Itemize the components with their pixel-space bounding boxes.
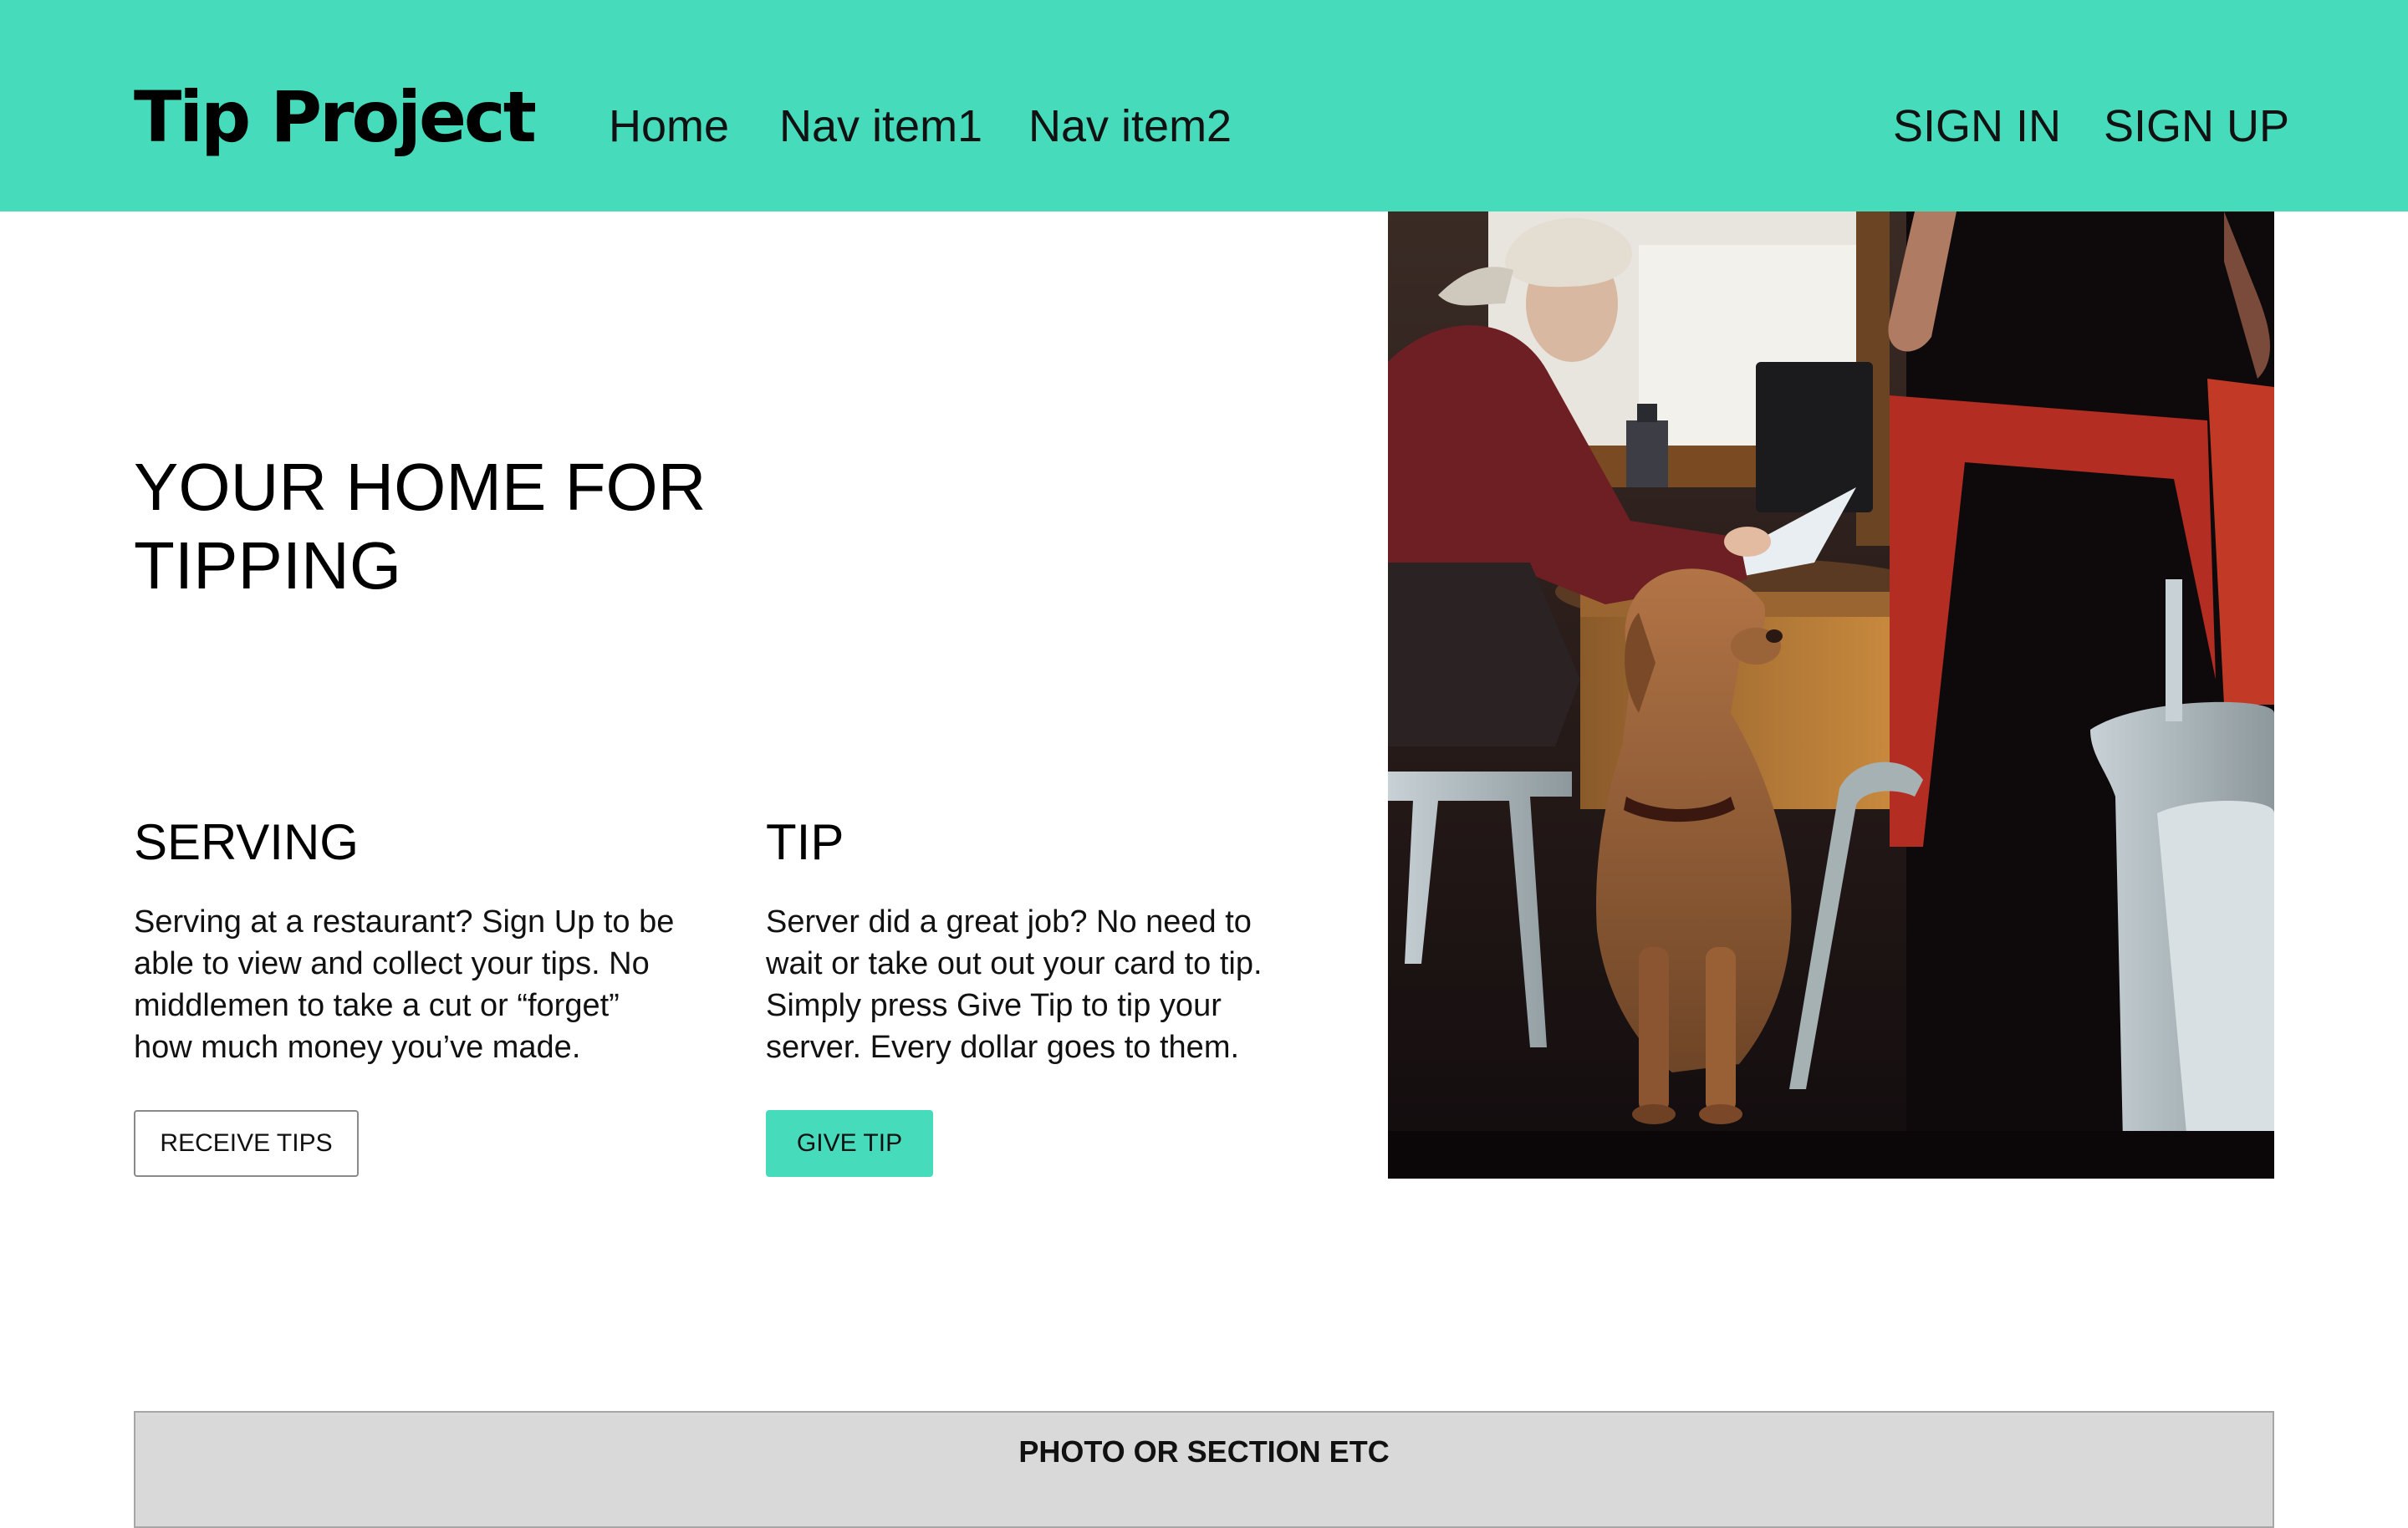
sign-up-link[interactable]: SIGN UP [2104, 104, 2289, 149]
brand-logo[interactable]: Tip Project [134, 82, 537, 152]
nav-home-link[interactable]: Home [609, 104, 729, 149]
serving-heading: SERVING [134, 814, 359, 870]
tip-heading: TIP [766, 814, 844, 870]
tip-description: Server did a great job? No need to wait … [766, 904, 1263, 1065]
hero-title: YOUR HOME FOR TIPPING [134, 450, 707, 603]
section-label: PHOTO OR SECTION ETC [1018, 1434, 1390, 1469]
photo-or-section-placeholder: PHOTO OR SECTION ETC [134, 1411, 2274, 1528]
restaurant-dog-photo [1388, 211, 2274, 1179]
give-tip-button[interactable]: GIVE TIP [766, 1110, 933, 1177]
sign-in-link[interactable]: SIGN IN [1893, 104, 2061, 149]
top-nav-bar: Tip Project Home Nav item1 Nav item2 SIG… [0, 0, 2408, 211]
nav-item1-link[interactable]: Nav item1 [779, 104, 982, 149]
serving-description: Serving at a restaurant? Sign Up to be a… [134, 904, 675, 1065]
receive-tips-button[interactable]: RECEIVE TIPS [134, 1110, 359, 1177]
nav-item2-link[interactable]: Nav item2 [1028, 104, 1232, 149]
